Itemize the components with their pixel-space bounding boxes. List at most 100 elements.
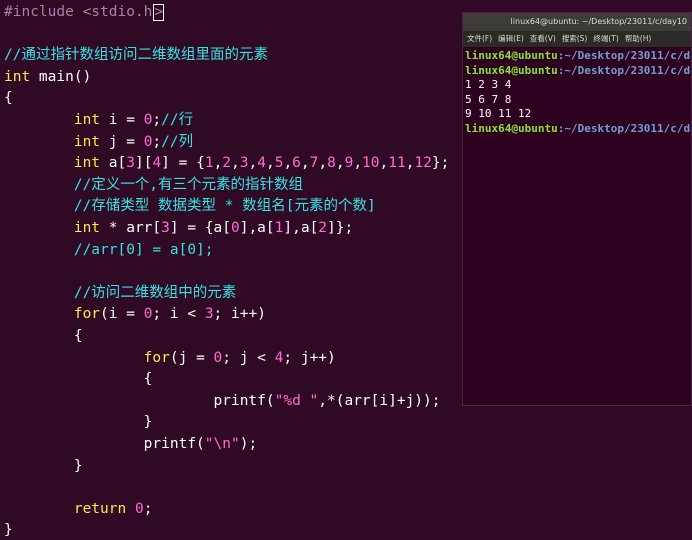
code-token: 11 [388, 155, 406, 172]
text-cursor: > [153, 3, 165, 21]
terminal-output[interactable]: linux64@ubuntu:~/Desktop/23011/c/day10$l… [463, 47, 691, 136]
code-token: , [213, 155, 223, 172]
code-token: ; j < [222, 349, 275, 366]
terminal-menu-item[interactable]: 搜索(S) [562, 34, 588, 43]
code-token: ][ [134, 155, 153, 172]
code-token: 3 [204, 306, 214, 323]
code-token: , [265, 155, 275, 172]
code-line: return 0; [4, 499, 153, 519]
code-token: { [4, 90, 13, 107]
code-token: ; i++) [213, 306, 266, 323]
prompt-user: linux64@ubuntu [465, 49, 558, 62]
terminal-window[interactable]: linux64@ubuntu: ~/Desktop/23011/c/day10 … [462, 12, 692, 406]
code-line: printf("%d ",*(arr[i]+j)); [4, 391, 441, 411]
code-token: #include [4, 4, 74, 20]
code-line: int * arr[3] = {a[0],a[1],a[2]}; [4, 218, 353, 238]
code-token: 4 [257, 155, 266, 172]
code-token: printf( [4, 392, 275, 409]
code-token: 1 [204, 155, 214, 172]
code-token: i = [100, 112, 144, 128]
code-line: } [4, 520, 13, 540]
code-line: printf("\n"); [4, 434, 258, 454]
code-token: { [4, 328, 83, 344]
code-token: { [4, 371, 153, 388]
code-token: a[ [100, 155, 127, 172]
code-token: ; [152, 112, 162, 128]
code-token: //访问二维数组中的元素 [4, 284, 237, 301]
code-token: j = [100, 133, 144, 150]
code-line: int a[3][4] = {1,2,3,4,5,6,7,8,9,10,11,1… [4, 153, 450, 173]
prompt-path: :~/Desktop/23011/c/day10$ [557, 49, 691, 62]
code-line: //通过指针数组访问二维数组里面的元素 [4, 45, 268, 65]
code-line: { [4, 326, 83, 346]
code-token: return [4, 500, 127, 517]
code-token: //存储类型 数据类型 * 数组名[元素的个数] [4, 198, 376, 215]
code-token: main() [30, 68, 92, 85]
code-token: int [4, 155, 101, 172]
terminal-line: linux64@ubuntu:~/Desktop/23011/c/day10$ [465, 49, 691, 64]
code-token: //定义一个,有三个元素的指针数组 [4, 176, 304, 193]
code-line: //arr[0] = a[0]; [4, 240, 214, 260]
code-line: } [4, 412, 153, 432]
code-token: 0 [230, 220, 240, 236]
code-token: 3 [161, 220, 170, 236]
code-token: 2 [222, 155, 232, 172]
code-token: , [248, 155, 258, 172]
code-token: ] = { [161, 155, 205, 172]
code-token: int [4, 68, 31, 85]
code-token: ; i < [152, 306, 205, 323]
code-token: 12 [414, 155, 432, 172]
code-token: , [231, 155, 240, 172]
code-token: 2 [318, 220, 328, 236]
code-line: { [4, 88, 13, 108]
code-token: //arr[0] = a[0]; [4, 241, 214, 258]
code-token: ] = {a[ [169, 220, 231, 236]
code-token: 0 [213, 349, 223, 366]
code-token: ; [152, 133, 162, 150]
code-token: , [379, 155, 389, 172]
terminal-menu-item[interactable]: 终端(T) [593, 34, 618, 43]
code-token: ,*(arr[i]+j)); [318, 392, 441, 409]
code-line: { [4, 369, 153, 389]
program-output: 5 6 7 8 [465, 92, 512, 106]
code-token: * arr[ [100, 220, 162, 236]
code-line: for(j = 0; j < 4; j++) [4, 348, 336, 368]
code-token: "\n" [204, 436, 240, 452]
code-token: 3 [126, 155, 135, 172]
code-token: 10 [362, 155, 380, 172]
code-token: 3 [239, 155, 249, 172]
program-output: 1 2 3 4 [465, 78, 512, 91]
prompt-user: linux64@ubuntu [465, 121, 558, 135]
code-line: //存储类型 数据类型 * 数组名[元素的个数] [4, 196, 376, 216]
prompt-path: :~/Desktop/23011/c/day10$ [557, 63, 691, 77]
terminal-menu-item[interactable]: 文件(F) [467, 34, 492, 43]
code-token: for [4, 349, 170, 366]
code-token: (i = [100, 306, 144, 323]
code-token: //行 [161, 112, 194, 128]
terminal-menu-item[interactable]: 查看(V) [530, 34, 556, 43]
code-token: } [4, 522, 13, 539]
code-token: ; [143, 500, 153, 517]
terminal-title: linux64@ubuntu: ~/Desktop/23011/c/day10 [463, 13, 691, 31]
code-token: int [4, 112, 101, 128]
terminal-menu-item[interactable]: 编辑(E) [498, 34, 524, 43]
code-token: //列 [161, 133, 194, 150]
code-token: , [300, 155, 310, 172]
code-line: #include <stdio.h > [4, 2, 165, 22]
code-token: ],a[ [283, 220, 319, 236]
terminal-line: linux64@ubuntu:~/Desktop/23011/c/day10$ [465, 63, 691, 79]
code-line: int i = 0;//行 [4, 110, 193, 130]
terminal-line: 5 6 7 8 [465, 93, 689, 108]
terminal-menu-item[interactable]: 帮助(H) [625, 34, 652, 43]
code-token: //通过指针数组访问二维数组里面的元素 [4, 47, 268, 64]
code-token: } [4, 414, 153, 431]
code-line: //定义一个,有三个元素的指针数组 [4, 175, 303, 195]
code-token: }; [431, 155, 450, 172]
code-token: int [4, 133, 101, 150]
code-token: <stdio.h [73, 4, 153, 20]
code-token: 9 [344, 155, 354, 172]
terminal-menubar: 文件(F) 编辑(E) 查看(V) 搜索(S) 终端(T) 帮助(H) [463, 31, 691, 47]
prompt-user: linux64@ubuntu [465, 63, 558, 77]
code-line: for(i = 0; i < 3; i++) [4, 304, 266, 324]
code-token: } [4, 457, 83, 474]
